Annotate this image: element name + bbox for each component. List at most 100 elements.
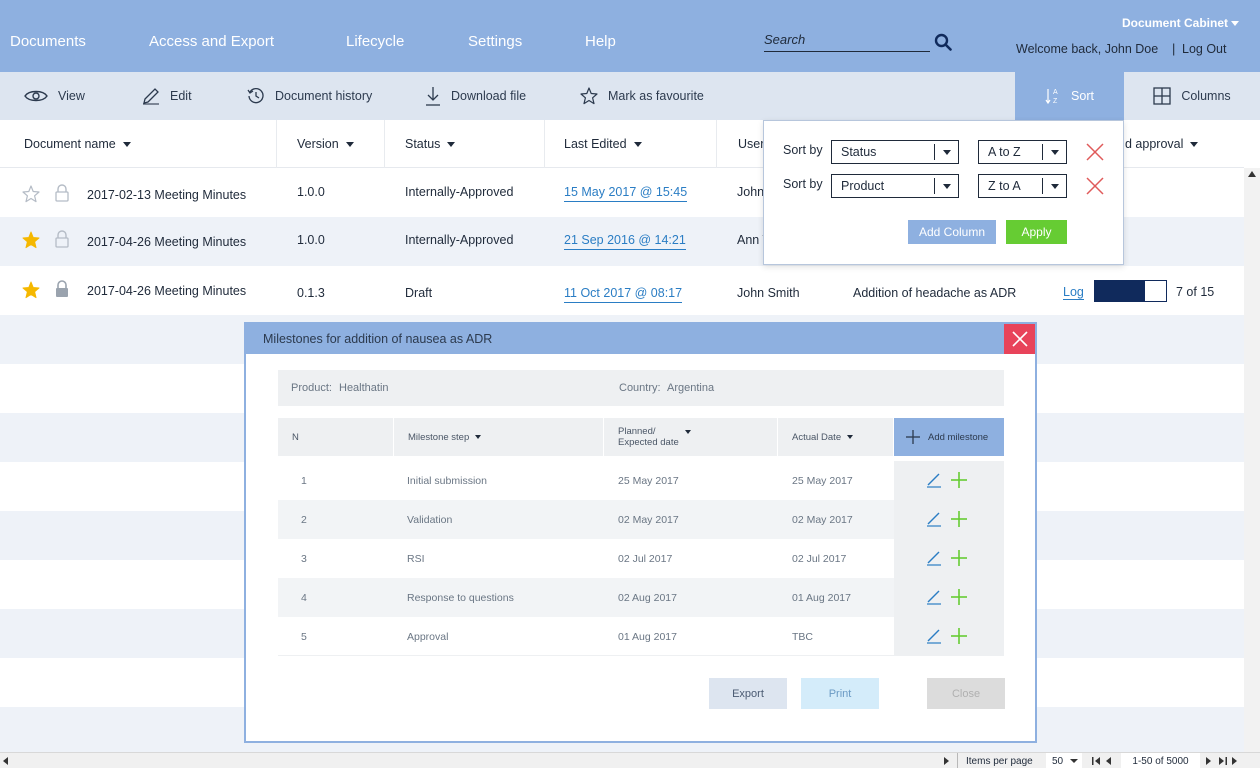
- vertical-scrollbar[interactable]: [1244, 168, 1260, 752]
- column-header-user[interactable]: User: [738, 120, 764, 168]
- history-icon: [247, 88, 264, 104]
- scroll-up-icon[interactable]: [1248, 171, 1256, 177]
- column-header-label: Status: [405, 137, 441, 151]
- milestone-planned-date: 25 May 2017: [618, 475, 679, 487]
- milestone-actual-date: 01 Aug 2017: [792, 592, 851, 604]
- edit-button[interactable]: Edit: [142, 72, 192, 120]
- column-header-last-edited[interactable]: Last Edited: [564, 120, 642, 168]
- add-plus-icon[interactable]: [950, 510, 968, 528]
- milestone-row: 3 RSI 02 Jul 2017 02 Jul 2017: [278, 539, 895, 578]
- add-plus-icon[interactable]: [950, 588, 968, 606]
- scroll-right-end-icon[interactable]: [1232, 753, 1237, 768]
- next-page-icon[interactable]: [1206, 753, 1211, 768]
- document-user: John Smith: [737, 286, 800, 300]
- edit-pencil-icon[interactable]: [926, 511, 942, 527]
- column-header-document-name[interactable]: Document name: [24, 120, 131, 168]
- plus-icon: [906, 430, 920, 444]
- star-filled-icon[interactable]: [22, 231, 40, 249]
- logout-link[interactable]: Log Out: [1182, 42, 1226, 56]
- add-column-button[interactable]: Add Column: [908, 220, 996, 244]
- edit-label: Edit: [170, 89, 192, 103]
- document-status: Draft: [405, 286, 433, 300]
- nav-help[interactable]: Help: [585, 33, 616, 50]
- add-plus-icon[interactable]: [950, 627, 968, 645]
- items-per-page-select[interactable]: 50: [1046, 753, 1082, 768]
- column-divider: [716, 120, 717, 168]
- column-header-approval[interactable]: d approval: [1125, 120, 1199, 168]
- milestone-column-step[interactable]: Milestone step: [394, 418, 603, 456]
- milestone-column-actual[interactable]: Actual Date: [778, 418, 893, 456]
- column-header-label: Document name: [24, 137, 116, 151]
- chevron-down-icon: [1042, 178, 1066, 194]
- toolbar: View Edit Document history Download file…: [0, 72, 1260, 120]
- column-header-version[interactable]: Version: [297, 120, 354, 168]
- export-button[interactable]: Export: [709, 678, 787, 709]
- milestone-step: RSI: [407, 553, 425, 565]
- edit-pencil-icon[interactable]: [926, 472, 942, 488]
- last-edited-link[interactable]: 15 May 2017 @ 15:45: [564, 185, 688, 202]
- last-page-icon[interactable]: [1218, 753, 1227, 768]
- print-button[interactable]: Print: [801, 678, 879, 709]
- milestone-actions: [894, 500, 1004, 539]
- caret-down-icon: [345, 141, 354, 147]
- add-plus-icon[interactable]: [950, 471, 968, 489]
- columns-button[interactable]: Columns: [1124, 72, 1260, 120]
- sort-field-value: Status: [841, 145, 877, 159]
- column-divider: [384, 120, 385, 168]
- star-filled-icon[interactable]: [22, 281, 40, 299]
- scroll-right-icon[interactable]: [944, 753, 949, 768]
- nav-lifecycle[interactable]: Lifecycle: [346, 33, 404, 50]
- add-plus-icon[interactable]: [950, 549, 968, 567]
- remove-sort-icon[interactable]: [1085, 176, 1105, 196]
- edit-pencil-icon[interactable]: [926, 550, 942, 566]
- log-link[interactable]: Log: [1063, 285, 1084, 300]
- nav-settings[interactable]: Settings: [468, 33, 522, 50]
- view-label: View: [58, 89, 85, 103]
- view-button[interactable]: View: [24, 72, 85, 120]
- document-cabinet-menu[interactable]: Document Cabinet: [1122, 16, 1240, 30]
- column-header-label: N: [292, 431, 299, 443]
- table-row[interactable]: 2017-04-26 Meeting Minutes 0.1.3 Draft 1…: [0, 266, 1244, 315]
- milestone-column-planned[interactable]: Planned/Expected date: [604, 418, 777, 456]
- search-input[interactable]: [764, 32, 930, 47]
- sort-field-select-2[interactable]: Product: [831, 174, 959, 198]
- download-file-button[interactable]: Download file: [425, 72, 526, 120]
- milestone-number: 4: [301, 592, 307, 604]
- edit-pencil-icon[interactable]: [926, 589, 942, 605]
- nav-access-and-export[interactable]: Access and Export: [149, 33, 274, 50]
- last-edited-link[interactable]: 11 Oct 2017 @ 08:17: [564, 286, 683, 303]
- remove-sort-icon[interactable]: [1085, 142, 1105, 162]
- star-outline-icon[interactable]: [22, 185, 40, 203]
- first-page-icon[interactable]: [1092, 753, 1101, 768]
- previous-page-icon[interactable]: [1106, 753, 1111, 768]
- modal-close-button[interactable]: [1004, 324, 1035, 354]
- sort-order-select-2[interactable]: Z to A: [978, 174, 1067, 198]
- mark-as-favourite-button[interactable]: Mark as favourite: [580, 72, 704, 120]
- milestone-actual-date: 25 May 2017: [792, 475, 853, 487]
- close-button[interactable]: Close: [927, 678, 1005, 709]
- last-edited-link[interactable]: 21 Sep 2016 @ 14:21: [564, 233, 686, 250]
- pencil-icon: [143, 88, 159, 105]
- add-milestone-button[interactable]: Add milestone: [894, 418, 1004, 456]
- unlocked-padlock-icon: [55, 184, 69, 202]
- sort-button[interactable]: A Z Sort: [1015, 72, 1124, 120]
- milestone-row: 1 Initial submission 25 May 2017 25 May …: [278, 461, 895, 500]
- scroll-left-icon[interactable]: [3, 753, 8, 768]
- sort-order-select-1[interactable]: A to Z: [978, 140, 1067, 164]
- document-history-button[interactable]: Document history: [247, 72, 372, 120]
- milestones-modal: Milestones for addition of nausea as ADR…: [244, 322, 1037, 743]
- page-range-field[interactable]: 1-50 of 5000: [1121, 753, 1200, 768]
- apply-button[interactable]: Apply: [1006, 220, 1067, 244]
- sort-order-value: Z to A: [988, 179, 1021, 193]
- sort-field-select-1[interactable]: Status: [831, 140, 959, 164]
- milestone-info-bar: Product: Healthatin Country: Argentina: [278, 370, 1004, 406]
- nav-documents[interactable]: Documents: [10, 33, 86, 50]
- sort-by-label: Sort by: [783, 143, 823, 157]
- column-header-label: User: [738, 137, 765, 151]
- edit-pencil-icon[interactable]: [926, 628, 942, 644]
- column-header-status[interactable]: Status: [405, 120, 456, 168]
- milestone-row: 5 Approval 01 Aug 2017 TBC: [278, 617, 895, 656]
- chevron-down-icon: [934, 144, 958, 160]
- search-icon[interactable]: [934, 33, 952, 51]
- eye-icon: [24, 90, 48, 102]
